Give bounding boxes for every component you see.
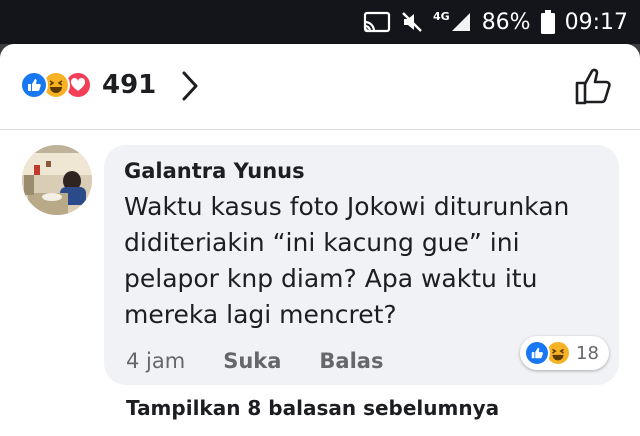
show-previous-replies-link[interactable]: Tampilkan 8 balasan sebelumnya [126,396,499,420]
status-bar: 4G 86% 09:17 [0,0,640,44]
mute-icon [401,11,423,33]
network-type: 4G [433,9,450,23]
like-icon [524,340,550,366]
cast-icon [363,11,391,33]
comments-sheet: 491 Galantra Yunus Waktu kasus foto Joko… [0,44,640,436]
clock: 09:17 [564,9,628,35]
comment-reaction-count: 18 [576,342,599,364]
signal-icon: 4G [433,11,472,33]
battery-icon [540,10,555,34]
comment-reactions[interactable]: 18 [520,336,609,370]
comment-text: Waktu kasus foto Jokowi diturunkan didit… [124,192,570,329]
like-button-icon[interactable] [574,66,612,111]
reactions-header: 491 [0,44,640,130]
reply-link[interactable]: Balas [319,349,383,373]
like-icon [20,71,48,99]
comment-timestamp[interactable]: 4 jam [126,349,185,373]
comment-author[interactable]: Galantra Yunus [124,159,599,183]
chevron-right-icon[interactable] [180,70,200,107]
avatar[interactable] [22,145,92,215]
reaction-count: 491 [102,70,157,100]
comment-actions: 4 jam Suka Balas [126,349,383,373]
battery-percent: 86% [481,9,531,35]
reactions-summary[interactable]: 491 [20,70,156,100]
like-link[interactable]: Suka [223,349,281,373]
